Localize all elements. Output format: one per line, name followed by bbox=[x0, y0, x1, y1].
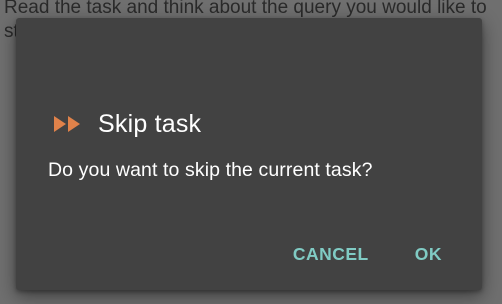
skip-task-dialog: Skip task Do you want to skip the curren… bbox=[16, 18, 482, 290]
dialog-message: Do you want to skip the current task? bbox=[48, 159, 373, 181]
dialog-header: Skip task bbox=[52, 108, 201, 140]
dialog-actions: CANCEL OK bbox=[293, 244, 442, 265]
cancel-button[interactable]: CANCEL bbox=[293, 244, 369, 265]
dialog-title: Skip task bbox=[98, 109, 202, 138]
ok-button[interactable]: OK bbox=[415, 244, 442, 265]
fast-forward-icon bbox=[52, 114, 84, 134]
